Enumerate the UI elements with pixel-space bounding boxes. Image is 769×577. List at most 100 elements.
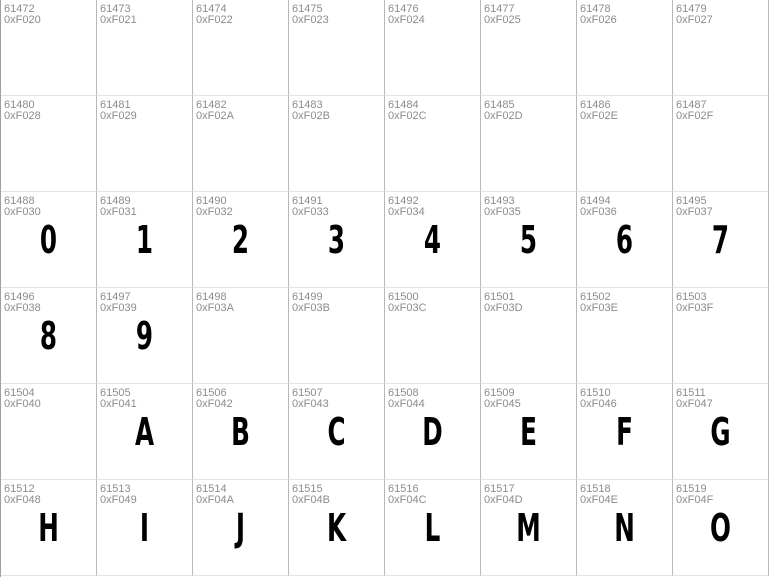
glyph-preview: 1 bbox=[135, 218, 154, 262]
glyph-preview: O bbox=[710, 506, 731, 550]
glyph-cell: 61478 0xF026 bbox=[577, 0, 673, 96]
glyph-code: 61495 0xF037 bbox=[676, 196, 713, 218]
glyph-code: 61513 0xF049 bbox=[100, 484, 137, 506]
glyph-cell: 61508 0xF044 D bbox=[385, 384, 481, 480]
hex-code-label: 0xF036 bbox=[580, 206, 617, 218]
hex-code-label: 0xF028 bbox=[4, 110, 41, 122]
hex-code-label: 0xF039 bbox=[100, 302, 137, 314]
glyph-code: 61481 0xF029 bbox=[100, 100, 137, 122]
hex-code-label: 0xF04A bbox=[196, 494, 234, 506]
glyph-code: 61474 0xF022 bbox=[196, 4, 233, 26]
glyph-preview: F bbox=[616, 410, 633, 454]
glyph-code: 61516 0xF04C bbox=[388, 484, 427, 506]
glyph-cell: 61490 0xF032 2 bbox=[193, 192, 289, 288]
hex-code-label: 0xF020 bbox=[4, 14, 41, 26]
glyph-cell: 61496 0xF038 8 bbox=[1, 288, 97, 384]
glyph-cell: 61517 0xF04D M bbox=[481, 480, 577, 576]
glyph-code: 61506 0xF042 bbox=[196, 388, 233, 410]
hex-code-label: 0xF03E bbox=[580, 302, 618, 314]
glyph-code: 61485 0xF02D bbox=[484, 100, 523, 122]
hex-code-label: 0xF026 bbox=[580, 14, 617, 26]
glyph-cell: 61492 0xF034 4 bbox=[385, 192, 481, 288]
glyph-cell: 61484 0xF02C bbox=[385, 96, 481, 192]
glyph-cell: 61495 0xF037 7 bbox=[673, 192, 769, 288]
glyph-cell: 61515 0xF04B K bbox=[289, 480, 385, 576]
glyph-code: 61473 0xF021 bbox=[100, 4, 137, 26]
glyph-cell: 61506 0xF042 B bbox=[193, 384, 289, 480]
glyph-code: 61500 0xF03C bbox=[388, 292, 427, 314]
glyph-preview: M bbox=[516, 506, 541, 550]
hex-code-label: 0xF02C bbox=[388, 110, 427, 122]
glyph-code: 61492 0xF034 bbox=[388, 196, 425, 218]
hex-code-label: 0xF048 bbox=[4, 494, 41, 506]
glyph-cell: 61507 0xF043 C bbox=[289, 384, 385, 480]
glyph-cell: 61481 0xF029 bbox=[97, 96, 193, 192]
glyph-code: 61479 0xF027 bbox=[676, 4, 713, 26]
glyph-preview: 5 bbox=[519, 218, 538, 262]
hex-code-label: 0xF03C bbox=[388, 302, 427, 314]
glyph-cell: 61518 0xF04E N bbox=[577, 480, 673, 576]
hex-code-label: 0xF02F bbox=[676, 110, 714, 122]
glyph-code: 61478 0xF026 bbox=[580, 4, 617, 26]
hex-code-label: 0xF03D bbox=[484, 302, 523, 314]
hex-code-label: 0xF047 bbox=[676, 398, 713, 410]
glyph-preview: 4 bbox=[423, 218, 442, 262]
glyph-code: 61504 0xF040 bbox=[4, 388, 41, 410]
glyph-code: 61472 0xF020 bbox=[4, 4, 41, 26]
glyph-cell: 61499 0xF03B bbox=[289, 288, 385, 384]
hex-code-label: 0xF04C bbox=[388, 494, 427, 506]
hex-code-label: 0xF03A bbox=[196, 302, 234, 314]
hex-code-label: 0xF034 bbox=[388, 206, 425, 218]
hex-code-label: 0xF02D bbox=[484, 110, 523, 122]
hex-code-label: 0xF022 bbox=[196, 14, 233, 26]
glyph-cell: 61489 0xF031 1 bbox=[97, 192, 193, 288]
glyph-code: 61488 0xF030 bbox=[4, 196, 41, 218]
glyph-code: 61508 0xF044 bbox=[388, 388, 425, 410]
hex-code-label: 0xF04D bbox=[484, 494, 523, 506]
glyph-preview: J bbox=[235, 506, 246, 550]
glyph-preview: 0 bbox=[39, 218, 58, 262]
glyph-preview: 6 bbox=[615, 218, 634, 262]
glyph-code: 61475 0xF023 bbox=[292, 4, 329, 26]
hex-code-label: 0xF049 bbox=[100, 494, 137, 506]
hex-code-label: 0xF043 bbox=[292, 398, 329, 410]
glyph-cell: 61510 0xF046 F bbox=[577, 384, 673, 480]
glyph-cell: 61476 0xF024 bbox=[385, 0, 481, 96]
hex-code-label: 0xF030 bbox=[4, 206, 41, 218]
glyph-code: 61502 0xF03E bbox=[580, 292, 618, 314]
glyph-preview: G bbox=[710, 410, 731, 454]
glyph-cell: 61473 0xF021 bbox=[97, 0, 193, 96]
hex-code-label: 0xF040 bbox=[4, 398, 41, 410]
glyph-code: 61510 0xF046 bbox=[580, 388, 617, 410]
glyph-cell: 61513 0xF049 I bbox=[97, 480, 193, 576]
hex-code-label: 0xF025 bbox=[484, 14, 521, 26]
hex-code-label: 0xF021 bbox=[100, 14, 137, 26]
glyph-code: 61519 0xF04F bbox=[676, 484, 713, 506]
glyph-code: 61482 0xF02A bbox=[196, 100, 234, 122]
glyph-preview: N bbox=[614, 506, 635, 550]
glyph-code: 61484 0xF02C bbox=[388, 100, 427, 122]
glyph-cell: 61472 0xF020 bbox=[1, 0, 97, 96]
glyph-cell: 61514 0xF04A J bbox=[193, 480, 289, 576]
hex-code-label: 0xF045 bbox=[484, 398, 521, 410]
glyph-code: 61498 0xF03A bbox=[196, 292, 234, 314]
glyph-cell: 61516 0xF04C L bbox=[385, 480, 481, 576]
glyph-cell: 61497 0xF039 9 bbox=[97, 288, 193, 384]
glyph-code: 61493 0xF035 bbox=[484, 196, 521, 218]
hex-code-label: 0xF035 bbox=[484, 206, 521, 218]
glyph-cell: 61501 0xF03D bbox=[481, 288, 577, 384]
glyph-preview: 3 bbox=[327, 218, 346, 262]
glyph-cell: 61498 0xF03A bbox=[193, 288, 289, 384]
glyph-cell: 61494 0xF036 6 bbox=[577, 192, 673, 288]
glyph-cell: 61474 0xF022 bbox=[193, 0, 289, 96]
glyph-code: 61518 0xF04E bbox=[580, 484, 618, 506]
glyph-code: 61483 0xF02B bbox=[292, 100, 330, 122]
hex-code-label: 0xF042 bbox=[196, 398, 233, 410]
hex-code-label: 0xF03F bbox=[676, 302, 714, 314]
glyph-code: 61477 0xF025 bbox=[484, 4, 521, 26]
hex-code-label: 0xF04B bbox=[292, 494, 330, 506]
hex-code-label: 0xF037 bbox=[676, 206, 713, 218]
glyph-cell: 61511 0xF047 G bbox=[673, 384, 769, 480]
hex-code-label: 0xF03B bbox=[292, 302, 330, 314]
glyph-preview: A bbox=[134, 410, 155, 454]
